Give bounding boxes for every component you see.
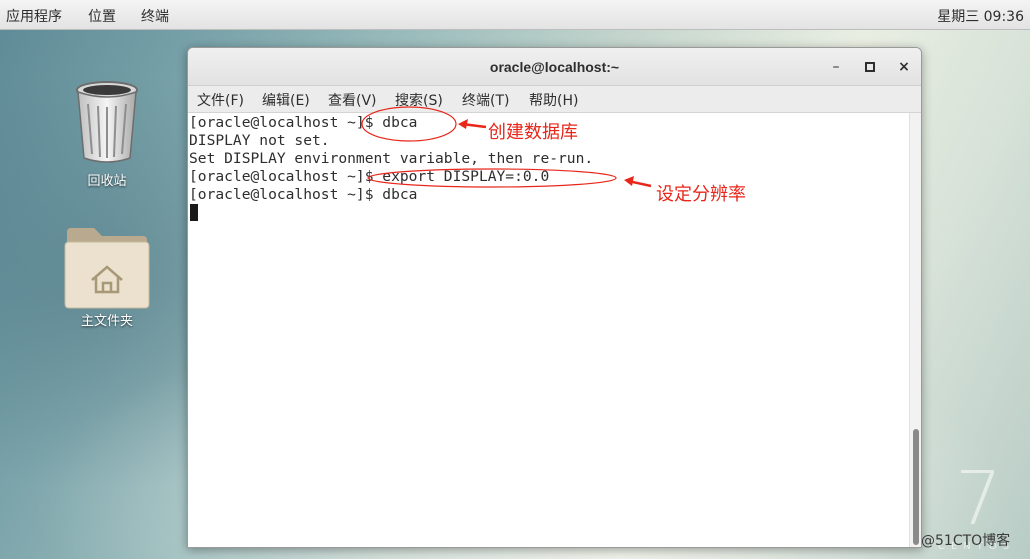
menu-bar: 文件(F) 编辑(E) 查看(V) 搜索(S) 终端(T) 帮助(H) [188, 86, 921, 113]
annotation-set-resolution: 设定分辨率 [656, 184, 746, 205]
terminal-output[interactable]: [oracle@localhost ~]$ dbca DISPLAY not s… [188, 113, 911, 547]
menu-edit[interactable]: 编辑(E) [262, 90, 310, 110]
places-menu[interactable]: 位置 [88, 6, 116, 26]
maximize-icon [865, 62, 875, 72]
trash-icon [76, 81, 138, 163]
window-titlebar[interactable]: oracle@localhost:~ – × [188, 48, 921, 86]
scrollbar-thumb[interactable] [913, 429, 919, 545]
centos-seven-logo: 7 [955, 456, 1003, 542]
menu-view[interactable]: 查看(V) [328, 90, 377, 110]
terminal-app-menu[interactable]: 终端 [141, 6, 169, 26]
menu-file[interactable]: 文件(F) [197, 90, 244, 110]
watermark: @51CTO博客 [921, 533, 1011, 549]
menu-help[interactable]: 帮助(H) [529, 90, 578, 110]
trash-label: 回收站 [87, 174, 127, 189]
terminal-cursor [190, 204, 198, 221]
desktop-icon-trash[interactable]: 回收站 [52, 80, 162, 189]
minimize-button[interactable]: – [826, 57, 846, 77]
terminal-scrollbar[interactable] [909, 113, 921, 547]
desktop-icon-home-folder[interactable]: 主文件夹 [52, 224, 162, 329]
terminal-line: DISPLAY not set. [189, 132, 330, 149]
top-panel: 应用程序 位置 终端 星期三 09:36 [0, 0, 1030, 30]
menu-search[interactable]: 搜索(S) [395, 90, 443, 110]
clock[interactable]: 星期三 09:36 [937, 6, 1024, 26]
terminal-line: [oracle@localhost ~]$ dbca [189, 186, 418, 203]
home-folder-icon [64, 228, 150, 309]
maximize-button[interactable] [860, 57, 880, 77]
terminal-line: Set DISPLAY environment variable, then r… [189, 150, 594, 167]
terminal-line: [oracle@localhost ~]$ export DISPLAY=:0.… [189, 168, 550, 185]
menu-terminal[interactable]: 终端(T) [462, 90, 509, 110]
close-button[interactable]: × [894, 57, 914, 77]
applications-menu[interactable]: 应用程序 [6, 6, 62, 26]
annotation-create-db: 创建数据库 [488, 122, 578, 143]
window-title: oracle@localhost:~ [489, 59, 620, 75]
home-folder-label: 主文件夹 [80, 314, 133, 329]
terminal-line: [oracle@localhost ~]$ dbca [189, 114, 418, 131]
